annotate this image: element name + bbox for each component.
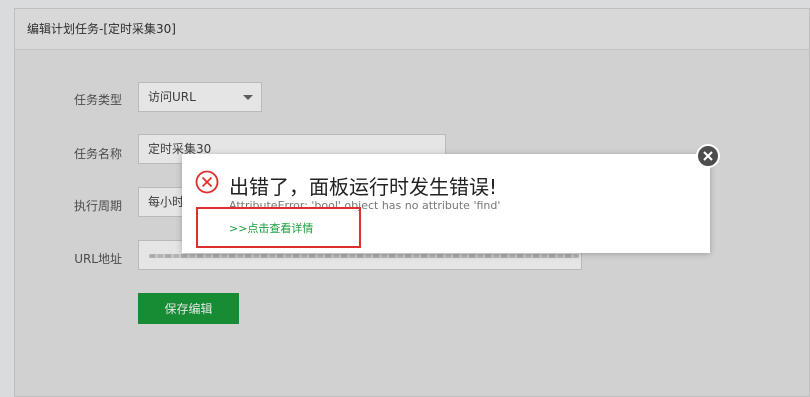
error-circle-x-icon — [195, 170, 219, 194]
annotation-highlight-box — [196, 207, 361, 248]
close-icon — [703, 151, 713, 161]
close-button[interactable] — [696, 144, 720, 168]
error-title: 出错了，面板运行时发生错误! — [229, 175, 498, 199]
